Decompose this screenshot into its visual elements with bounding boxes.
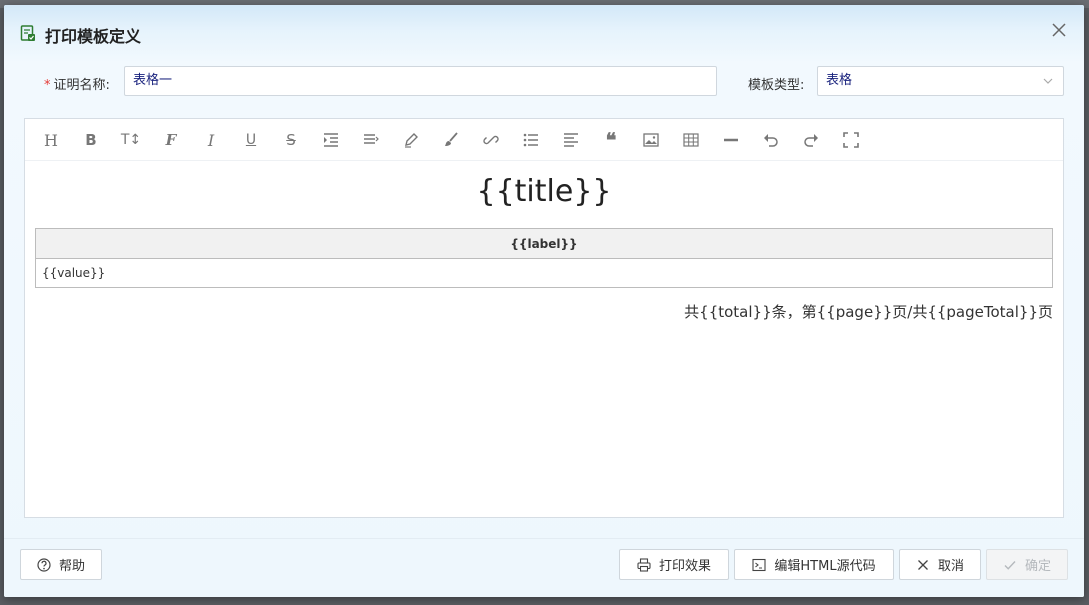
format-brush-icon[interactable] [439,129,463,151]
underline-icon[interactable]: U [239,129,263,151]
bold-icon[interactable]: B [79,129,103,151]
table-icon[interactable] [679,129,703,151]
type-field-label: 模板类型: [748,78,805,93]
printer-icon [637,557,651,572]
dialog-title: 打印模板定义 [45,27,142,46]
help-button-label: 帮助 [58,559,85,574]
confirm-button[interactable]: 确定 [986,549,1068,580]
rich-text-editor[interactable]: H B T↕ F I U S ❝ {{title}} {{label}} {{v… [24,118,1064,518]
document-icon [20,25,35,41]
heading-icon[interactable]: H [39,129,63,151]
strikethrough-icon[interactable]: S [279,129,303,151]
required-mark: * [44,78,51,93]
fullscreen-icon[interactable] [839,129,863,151]
name-label-text: 证明名称: [53,78,110,93]
redo-icon[interactable] [799,129,823,151]
edit-html-label: 编辑HTML源代码 [774,559,876,574]
line-height-icon[interactable] [359,129,383,151]
image-icon[interactable] [639,129,663,151]
text-size-icon[interactable]: T↕ [119,129,143,151]
close-icon[interactable] [1050,21,1068,39]
document-title: {{title}} [476,174,612,209]
list-icon[interactable] [519,129,543,151]
footer-divider [4,538,1084,539]
chevron-down-icon [1043,78,1053,84]
print-preview-button[interactable]: 打印效果 [619,549,729,580]
cancel-label: 取消 [937,559,964,574]
check-icon [1004,560,1016,570]
table-header-row: {{label}} [35,228,1053,259]
cancel-button[interactable]: 取消 [899,549,981,580]
confirm-label: 确定 [1024,559,1051,574]
print-preview-label: 打印效果 [658,559,711,574]
edit-html-button[interactable]: 编辑HTML源代码 [734,549,894,580]
help-icon [37,557,51,572]
name-input-value: 表格一 [133,73,173,88]
italic-icon[interactable]: I [199,129,223,151]
font-icon[interactable]: F [159,129,183,151]
help-button[interactable]: 帮助 [20,549,102,580]
dialog-header [4,5,1084,63]
close-icon [918,559,928,570]
template-type-select[interactable]: 表格 [817,66,1064,96]
terminal-icon [752,558,766,571]
print-template-dialog: 打印模板定义 * 证明名称: 表格一 模板类型: 表格 H B T↕ F I U … [4,5,1084,597]
align-icon[interactable] [559,129,583,151]
indent-icon[interactable] [319,129,343,151]
quote-icon[interactable]: ❝ [599,129,623,151]
divider-icon[interactable] [719,129,743,151]
table-header-cell: {{label}} [35,228,1053,259]
pagination-text: 共{{total}}条，第{{page}}页/共{{pageTotal}}页 [684,303,1053,321]
table-row: {{value}} [35,258,1053,288]
link-icon[interactable] [479,129,503,151]
template-type-value: 表格 [826,73,853,88]
name-field-label: * 证明名称: [44,74,110,93]
name-input[interactable]: 表格一 [124,66,717,96]
editor-toolbar: H B T↕ F I U S ❝ [25,119,1063,161]
undo-icon[interactable] [759,129,783,151]
table-cell: {{value}} [35,258,1053,288]
document-table: {{label}} {{value}} [35,228,1053,288]
highlight-icon[interactable] [399,129,423,151]
